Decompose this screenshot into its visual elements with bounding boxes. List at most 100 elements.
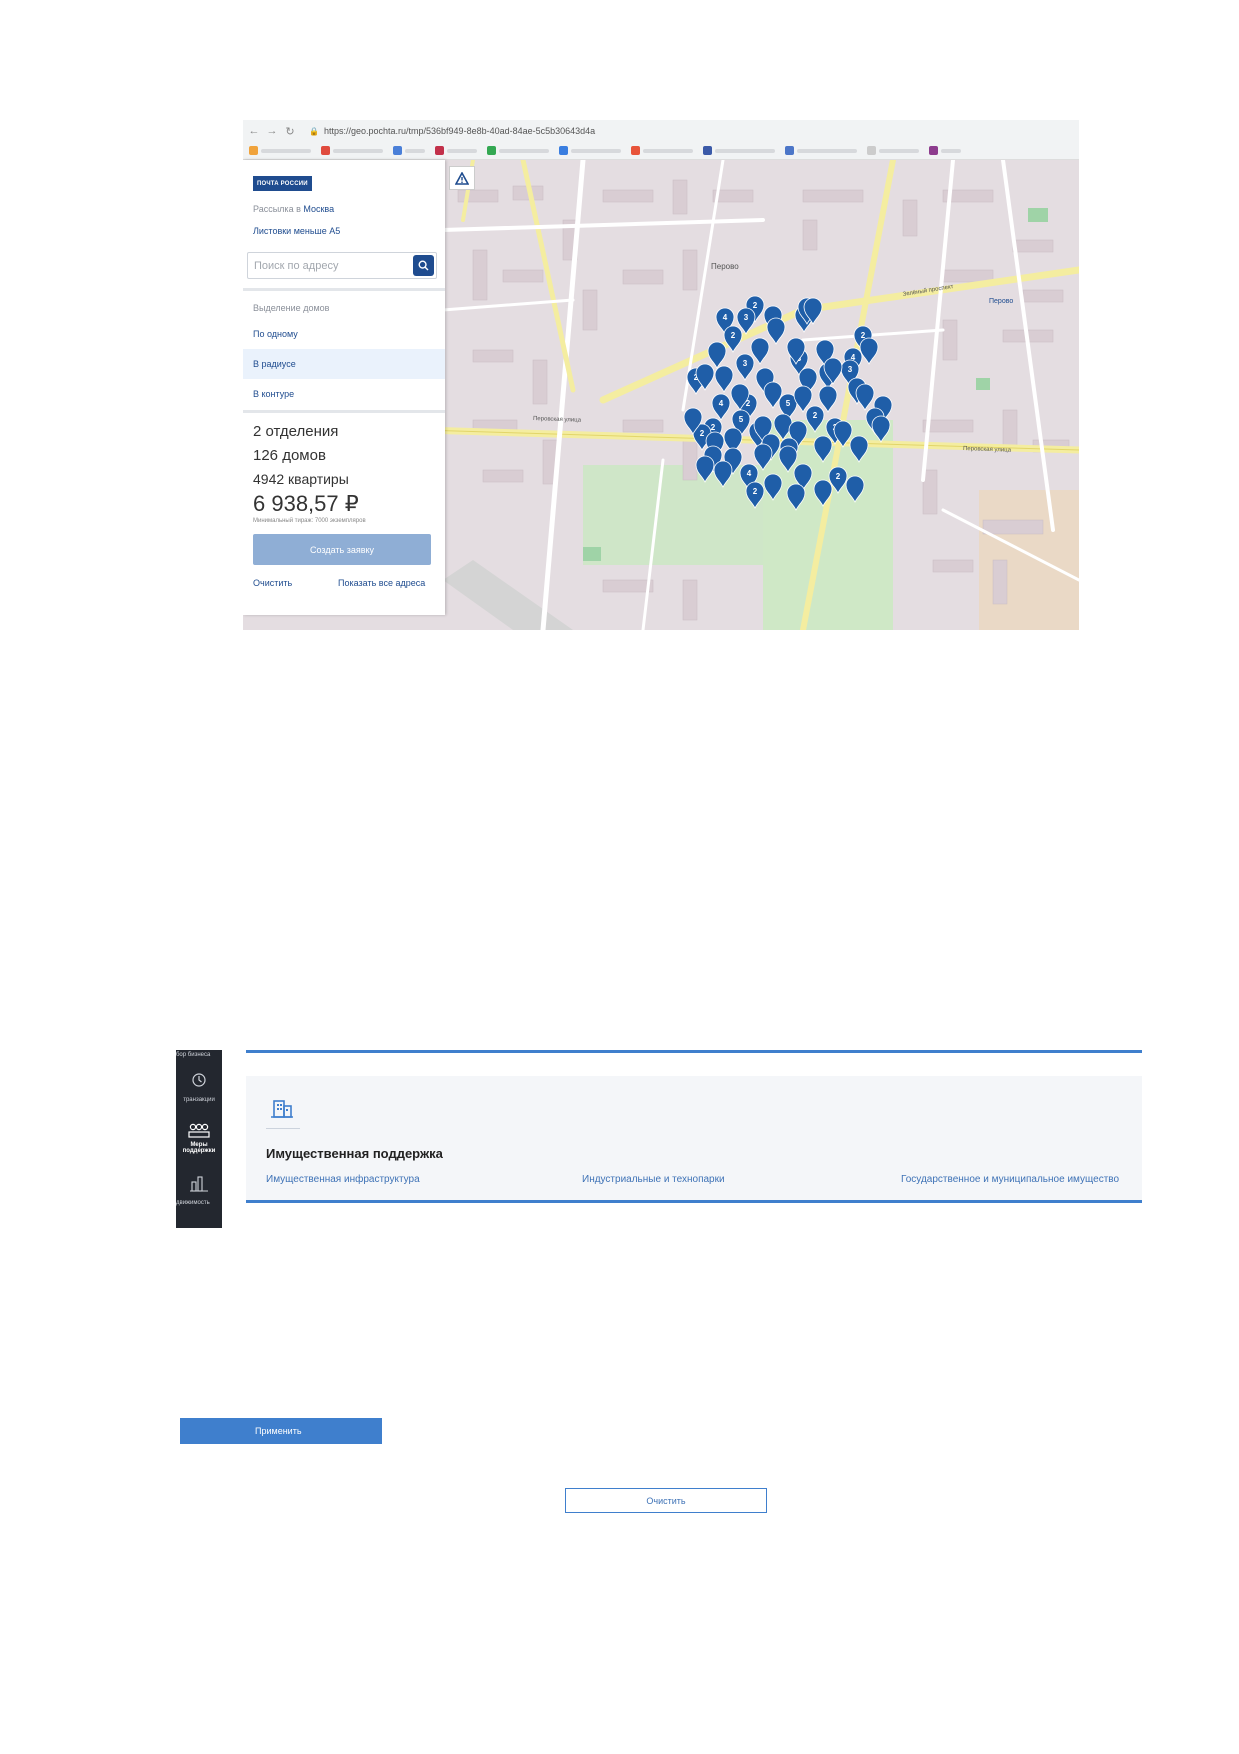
mode-label: В радиусе [253,359,296,369]
park-area [583,547,601,561]
browser-toolbar: ← → ↻ 🔒 https://geo.pochta.ru/tmp/536bf9… [243,120,1079,142]
back-icon[interactable]: ← [247,125,261,137]
reload-icon[interactable]: ↻ [283,125,297,138]
property-support-screenshot: бор бизнеса транзакции Меры поддержки дв… [176,1050,1142,1228]
mode-one-by-one[interactable]: По одному [243,319,445,349]
search-input[interactable] [248,253,408,278]
bottom-accent-line [246,1200,1142,1203]
city-link[interactable]: Москва [303,204,334,214]
bookmark-item[interactable] [487,146,549,155]
bookmark-item[interactable] [393,146,425,155]
marker-count: 2 [753,301,758,310]
district-label: Перово [989,298,1013,305]
leaflets-link[interactable]: Листовки меньше А5 [253,226,340,236]
address-search [247,252,437,279]
card-title: Имущественная поддержка [266,1146,443,1161]
sidebar-item-support[interactable]: Меры поддержки [179,1142,219,1154]
mailing-city: Рассылка в Москва [253,204,334,214]
section-divider [243,410,445,413]
dark-sidebar: бор бизнеса транзакции Меры поддержки дв… [176,1050,222,1228]
map-marker[interactable] [855,383,875,411]
clear-button[interactable]: Очистить [565,1488,767,1513]
park-area [583,465,763,565]
marker-count: 2 [753,487,758,496]
warning-icon [455,171,469,185]
street-label: Зелёный проспект [902,283,954,298]
bookmark-item[interactable] [703,146,775,155]
bookmark-item[interactable] [631,146,693,155]
property-chart-icon [176,1174,222,1194]
houses-count: 126 домов [253,447,326,464]
map-marker[interactable] [766,317,786,345]
pochta-logo[interactable]: ПОЧТА РОССИИ [253,176,312,191]
lock-icon: 🔒 [309,126,319,136]
marker-count: 3 [743,359,748,368]
marker-count: 3 [848,365,853,374]
mode-radius[interactable]: В радиусе [243,349,445,379]
search-icon [418,260,429,271]
street-label: Перовская улица [963,446,1012,454]
warning-button[interactable] [449,166,475,190]
marker-count: 2 [731,331,736,340]
address-url: https://geo.pochta.ru/tmp/536bf949-8e8b-… [323,126,596,136]
street-label: Перовская улица [533,416,582,424]
sidebar-item-transactions[interactable]: транзакции [176,1097,222,1103]
marker-count: 4 [747,469,752,478]
marker-count: 5 [786,399,791,408]
clear-link[interactable]: Очистить [253,578,292,588]
support-people-icon [176,1122,222,1140]
sidebar-item-business[interactable]: бор бизнеса [176,1052,222,1058]
map-marker[interactable]: 4 [711,393,731,421]
sidebar-item-property[interactable]: движимость [176,1200,222,1206]
icon-divider [266,1128,300,1129]
mailing-prefix: Рассылка в [253,204,301,214]
railway [443,560,573,630]
property-support-card: Имущественная поддержка Имущественная ин… [246,1076,1142,1202]
bookmark-item[interactable] [559,146,621,155]
link-state-property[interactable]: Государственное и муниципальное имуществ… [901,1174,1119,1185]
map-marker[interactable] [714,365,734,393]
map-marker[interactable] [707,341,727,369]
link-industrial-parks[interactable]: Индустриальные и технопарки [582,1174,725,1185]
marker-count: 4 [719,399,724,408]
geo-pochta-screenshot: ← → ↻ 🔒 https://geo.pochta.ru/tmp/536bf9… [243,120,1079,630]
top-accent-line [246,1050,1142,1053]
side-panel: ПОЧТА РОССИИ Рассылка в Москва Листовки … [243,160,445,615]
apply-button[interactable]: Применить [180,1418,382,1444]
marker-count: 4 [723,313,728,322]
marker-count: 3 [744,313,749,322]
bookmarks-bar [243,142,1079,160]
forward-icon[interactable]: → [265,125,279,137]
bookmark-item[interactable] [435,146,477,155]
marker-count: 2 [836,472,841,481]
map-marker[interactable]: 3 [735,353,755,381]
mode-label: По одному [253,329,298,339]
marker-count: 2 [700,429,705,438]
marker-count: 2 [711,423,716,432]
building-icon [270,1096,294,1123]
bookmark-item[interactable] [321,146,383,155]
map-marker[interactable] [818,385,838,413]
section-divider [243,288,445,291]
min-run-note: Минимальный тираж: 7000 экземпляров [253,518,366,524]
create-request-button[interactable]: Создать заявку [253,534,431,565]
marker-count: 5 [739,415,744,424]
bookmark-item[interactable] [867,146,919,155]
mode-contour[interactable]: В контуре [243,379,445,409]
map-marker[interactable] [859,337,879,365]
link-property-infrastructure[interactable]: Имущественная инфраструктура [266,1174,420,1185]
apartments-count: 4942 квартиры [253,471,349,487]
bookmark-item[interactable] [249,146,311,155]
district-label: Перово [711,262,739,271]
park-area [976,378,990,390]
address-bar[interactable]: 🔒 https://geo.pochta.ru/tmp/536bf949-8e8… [309,126,595,136]
bookmark-item[interactable] [929,146,961,155]
search-button[interactable] [413,255,434,276]
transactions-icon [176,1072,222,1090]
show-all-addresses-link[interactable]: Показать все адреса [338,578,425,588]
offices-count: 2 отделения [253,423,339,440]
bookmark-item[interactable] [785,146,857,155]
selection-title: Выделение домов [253,303,330,313]
total-price: 6 938,57 ₽ [253,491,359,516]
marker-count: 2 [813,411,818,420]
